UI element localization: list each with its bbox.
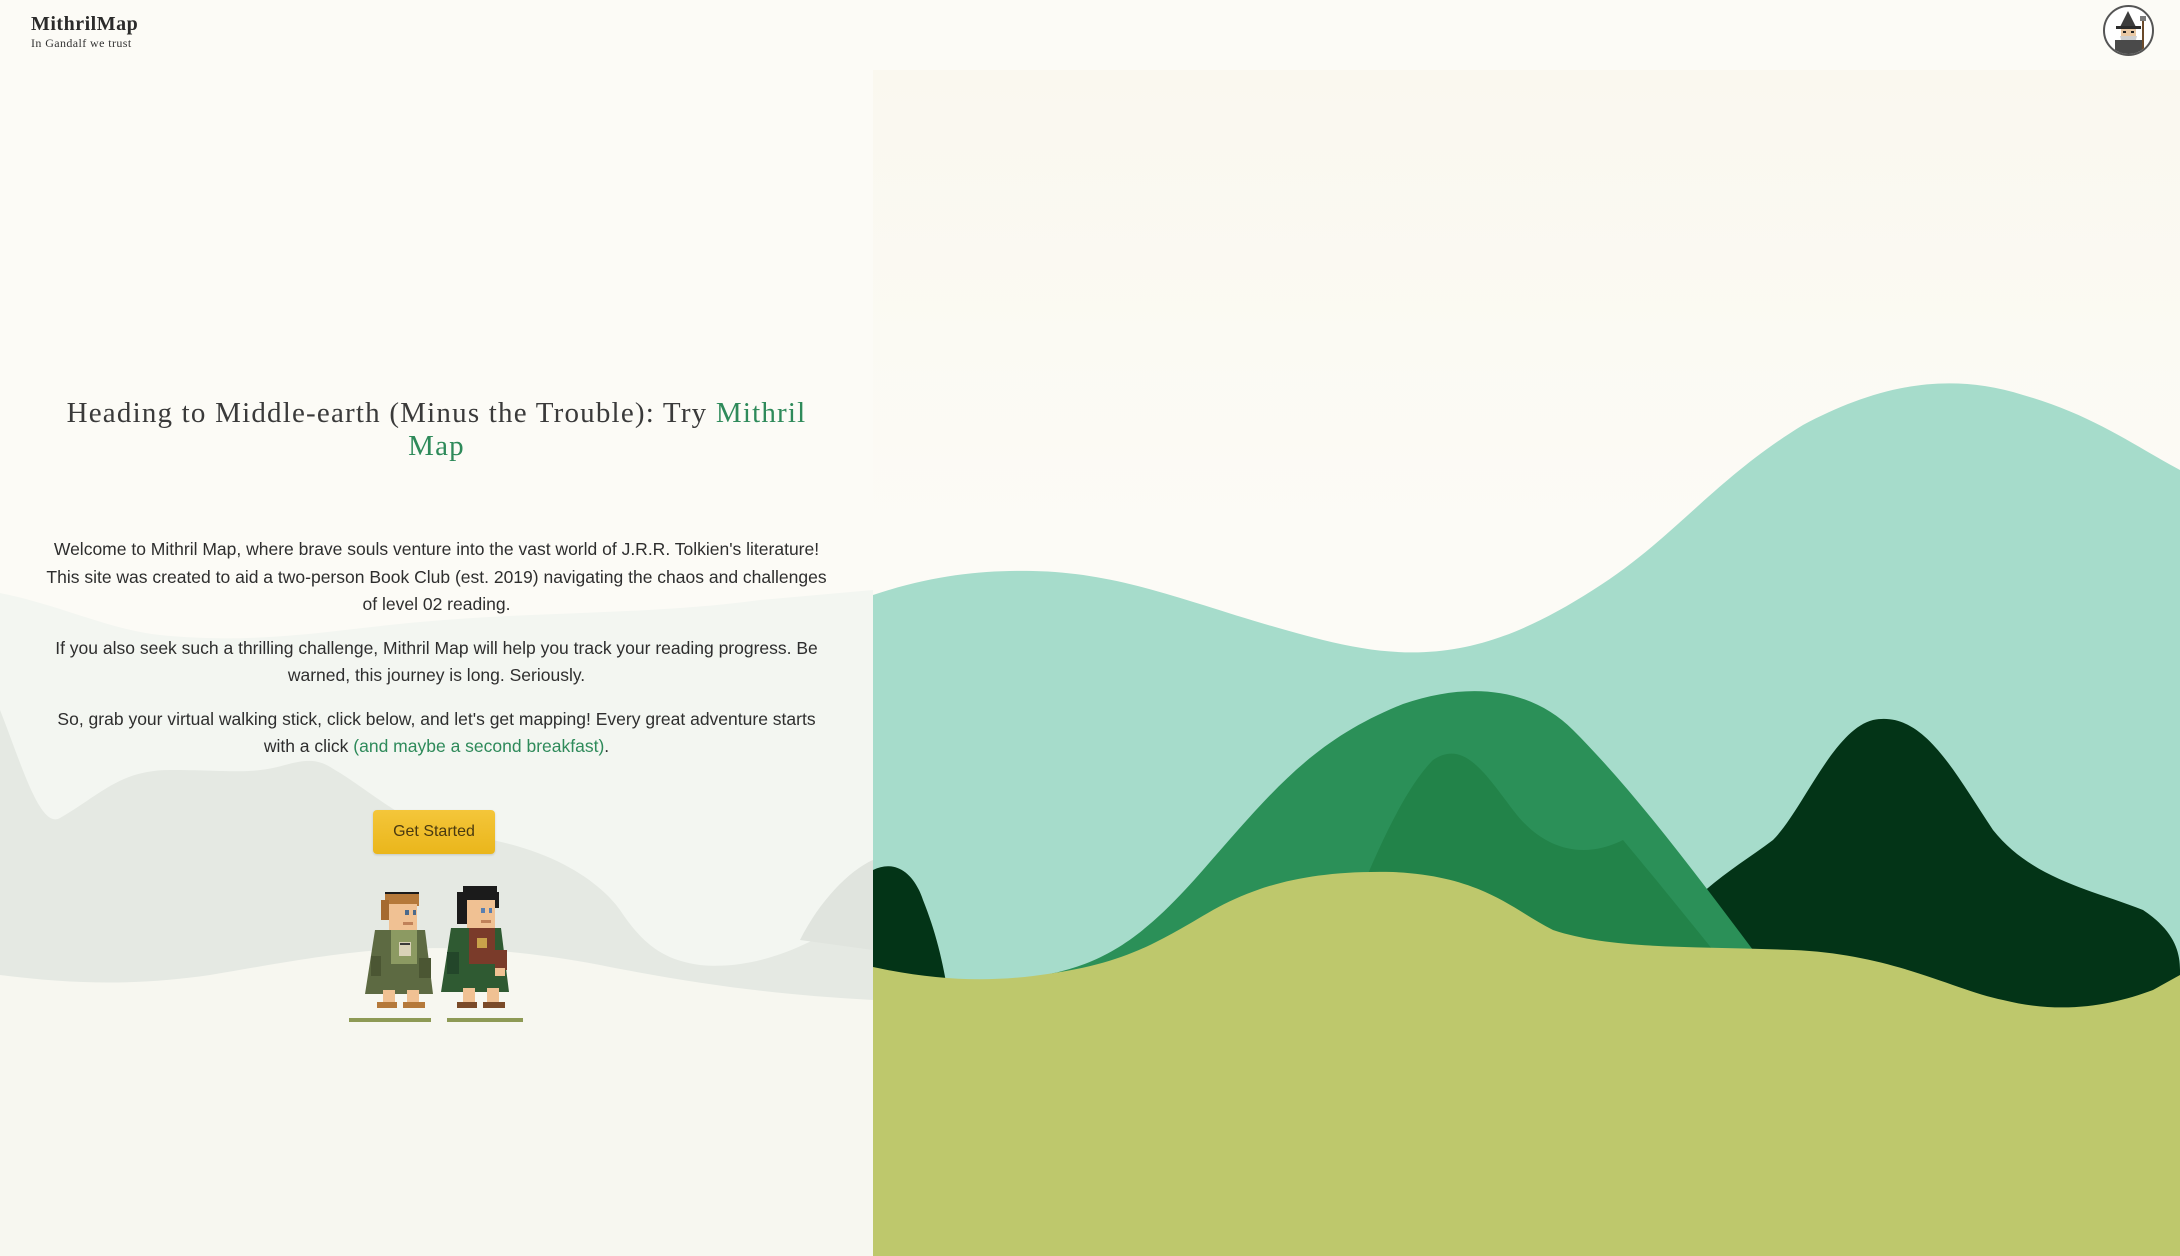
site-logo[interactable]: MithrilMap In Gandalf we trust bbox=[31, 12, 138, 50]
intro-text: Welcome to Mithril Map, where brave soul… bbox=[40, 536, 833, 777]
intro-paragraph-2: If you also seek such a thrilling challe… bbox=[55, 637, 818, 686]
rolling-hills-illustration bbox=[873, 383, 2180, 1256]
hero-title: Heading to Middle-earth (Minus the Troub… bbox=[40, 397, 833, 463]
intro-panel: Heading to Middle-earth (Minus the Troub… bbox=[0, 70, 873, 1256]
second-breakfast-text: (and maybe a second breakfast) bbox=[353, 736, 605, 756]
intro-paragraph-3-end: . bbox=[604, 736, 610, 756]
wizard-avatar-icon[interactable] bbox=[2103, 5, 2154, 56]
site-header: MithrilMap In Gandalf we trust bbox=[0, 0, 2180, 70]
get-started-button[interactable]: Get Started bbox=[373, 810, 495, 854]
logo-name: MithrilMap bbox=[31, 13, 139, 35]
intro-paragraph-3: So, grab your virtual walking stick, cli… bbox=[40, 706, 833, 761]
intro-paragraph-1: Welcome to Mithril Map, where brave soul… bbox=[46, 539, 827, 614]
logo-tagline: In Gandalf we trust bbox=[31, 36, 132, 50]
hobbit-characters-icon bbox=[349, 886, 523, 1022]
hero-title-text: Heading to Middle-earth (Minus the Troub… bbox=[66, 397, 716, 429]
landscape-panel bbox=[873, 70, 2180, 1256]
